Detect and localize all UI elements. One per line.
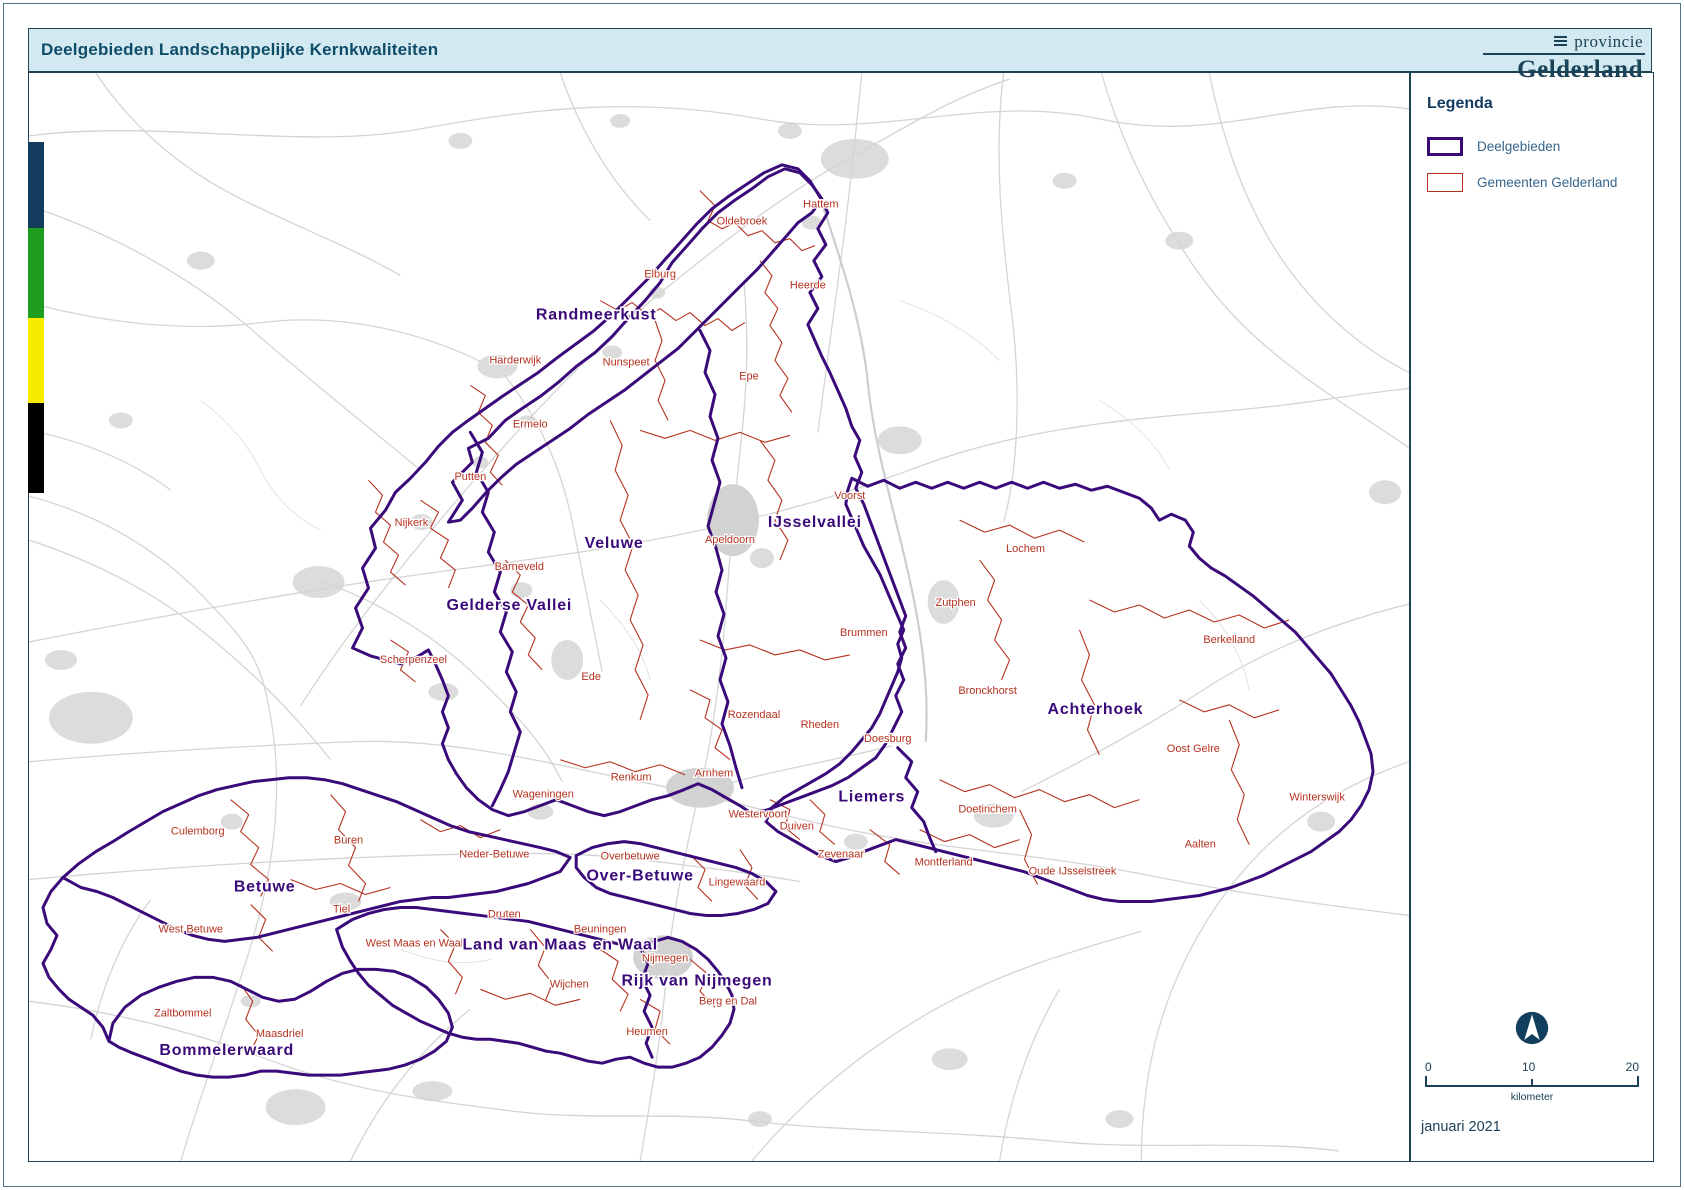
- gemeente-label: Elburg: [644, 269, 676, 281]
- map-date: januari 2021: [1419, 1119, 1645, 1135]
- gemeente-label: Wijchen: [550, 978, 589, 990]
- gemeente-label: Aalten: [1185, 839, 1216, 851]
- scale-tick: 0: [1425, 1060, 1432, 1074]
- gemeente-label: West Maas en Waal: [366, 937, 464, 949]
- gemeente-label: Heerde: [790, 280, 826, 292]
- gemeente-label: Harderwijk: [489, 354, 541, 366]
- logo-word-provincie: provincie: [1574, 33, 1643, 50]
- legend-panel: Legenda Deelgebieden Gemeenten Gelderland…: [1410, 72, 1654, 1162]
- map-frame: Hattem Oldebroek Elburg Heerde Nunspeet Harde…: [28, 72, 1410, 1162]
- gemeente-label: West Betuwe: [159, 923, 223, 935]
- gemeente-boundaries: [231, 191, 1289, 1051]
- deelgebied-outlines: [43, 165, 1373, 1077]
- map-canvas: Hattem Oldebroek Elburg Heerde Nunspeet Harde…: [29, 73, 1409, 1161]
- title-bar: Deelgebieden Landschappelijke Kernkwalit…: [28, 28, 1652, 72]
- scale-tick: 10: [1522, 1060, 1535, 1074]
- deelgebied-label: Bommelerwaard: [159, 1042, 294, 1059]
- gemeente-label: Doesburg: [864, 733, 912, 745]
- map-sheet: { "header": { "title": "Deelgebieden Lan…: [0, 0, 1684, 1190]
- scale-tick: 20: [1626, 1060, 1639, 1074]
- color-reference-bar: [28, 142, 44, 493]
- legend-item: Deelgebieden: [1427, 137, 1639, 156]
- gemeente-label: Brummen: [840, 627, 888, 639]
- color-bar-segment: [28, 228, 44, 318]
- legend-swatch: [1427, 137, 1463, 156]
- gemeente-label: Rozendaal: [728, 709, 780, 721]
- color-bar-segment: [28, 403, 44, 493]
- gemeente-label: Oldebroek: [717, 216, 768, 228]
- deelgebied-label: Veluwe: [585, 535, 644, 552]
- gemeente-label: Tiel: [333, 903, 350, 915]
- deelgebied-label: Achterhoek: [1048, 701, 1144, 718]
- color-bar-segment: [28, 318, 44, 403]
- legend-item: Gemeenten Gelderland: [1427, 173, 1639, 192]
- gemeente-label: Beuningen: [574, 923, 626, 935]
- gemeente-label: Ede: [581, 671, 601, 683]
- deelgebied-label: Liemers: [838, 789, 905, 806]
- gemeente-label: Nijkerk: [395, 517, 429, 529]
- legend-swatch: [1427, 173, 1463, 192]
- gemeente-label: Ermelo: [513, 418, 548, 430]
- deelgebied-label: IJsselvallei: [768, 514, 862, 531]
- gemeente-label: Lingewaard: [709, 877, 766, 889]
- gemeente-label: Doetinchem: [958, 804, 1017, 816]
- gemeente-label: Bronckhorst: [958, 685, 1017, 697]
- gemeente-label: Berkelland: [1203, 634, 1255, 646]
- gemeente-label: Epe: [739, 370, 759, 382]
- scale-line: [1425, 1076, 1639, 1087]
- scale-unit: kilometer: [1425, 1091, 1639, 1103]
- scale-tick-labels: 0 10 20: [1425, 1060, 1639, 1074]
- gemeente-label: Oost Gelre: [1167, 743, 1220, 755]
- gemeente-label: Zaltbommel: [154, 1007, 211, 1019]
- deelgebied-label: Land van Maas en Waal: [462, 936, 657, 953]
- logo-word-gelderland: Gelderland: [1483, 55, 1645, 82]
- deelgebied-label: Rijk van Nijmegen: [621, 972, 772, 989]
- deelgebied-label: Over-Betuwe: [586, 868, 693, 885]
- gemeente-label: Berg en Dal: [699, 995, 757, 1007]
- deelgebied-label: Betuwe: [234, 878, 296, 895]
- gemeente-label: Heumen: [626, 1026, 667, 1038]
- gemeente-label: Putten: [454, 471, 486, 483]
- logo-bars-icon: [1554, 36, 1567, 47]
- gemeente-label: Lochem: [1006, 543, 1045, 555]
- gemeente-labels: Hattem Oldebroek Elburg Heerde Nunspeet Harde…: [154, 199, 1345, 1040]
- page-title: Deelgebieden Landschappelijke Kernkwalit…: [29, 40, 438, 60]
- gemeente-label: Renkum: [611, 772, 652, 784]
- gemeente-label: Duiven: [780, 821, 814, 833]
- legend-title: Legenda: [1427, 95, 1639, 113]
- legend-label: Gemeenten Gelderland: [1477, 175, 1617, 190]
- north-arrow-icon: [1419, 1011, 1645, 1050]
- gemeente-label: Neder-Betuwe: [459, 849, 529, 861]
- gemeente-label: Apeldoorn: [705, 534, 755, 546]
- gemeente-label: Rheden: [801, 719, 839, 731]
- gemeente-label: Winterswijk: [1289, 792, 1345, 804]
- gemeente-label: Maasdriel: [256, 1028, 304, 1040]
- scale-bar: 0 10 20 kilometer: [1425, 1060, 1639, 1103]
- gemeente-label: Montferland: [915, 857, 973, 869]
- gemeente-label: Wageningen: [513, 789, 574, 801]
- gemeente-label: Hattem: [803, 199, 838, 211]
- gemeente-label: Westervoort: [728, 809, 787, 821]
- deelgebied-label: Gelderse Vallei: [446, 597, 572, 614]
- gemeente-label: Arnhem: [695, 768, 733, 780]
- deelgebied-label: Randmeerkust: [536, 307, 657, 324]
- legend-label: Deelgebieden: [1477, 139, 1560, 154]
- provincie-gelderland-logo: provincie Gelderland: [1483, 30, 1645, 82]
- gemeente-label: Barneveld: [495, 561, 544, 573]
- deelgebied-labels: Randmeerkust Veluwe Gelderse Vallei IJsselv…: [159, 307, 1143, 1060]
- legend-items: Deelgebieden Gemeenten Gelderland: [1427, 137, 1639, 192]
- gemeente-label: Nijmegen: [642, 952, 688, 964]
- color-bar-segment: [28, 142, 44, 228]
- gemeente-label: Voorst: [834, 490, 865, 502]
- gemeente-label: Zutphen: [936, 597, 976, 609]
- gemeente-label: Buren: [334, 835, 363, 847]
- gemeente-label: Nunspeet: [603, 356, 650, 368]
- gemeente-label: Overbetuwe: [601, 851, 660, 863]
- gemeente-label: Scherpenzeel: [380, 654, 447, 666]
- gemeente-label: Druten: [488, 908, 521, 920]
- gemeente-label: Zevenaar: [818, 849, 865, 861]
- gemeente-label: Culemborg: [171, 826, 225, 838]
- gemeente-label: Oude IJsselstreek: [1029, 866, 1117, 878]
